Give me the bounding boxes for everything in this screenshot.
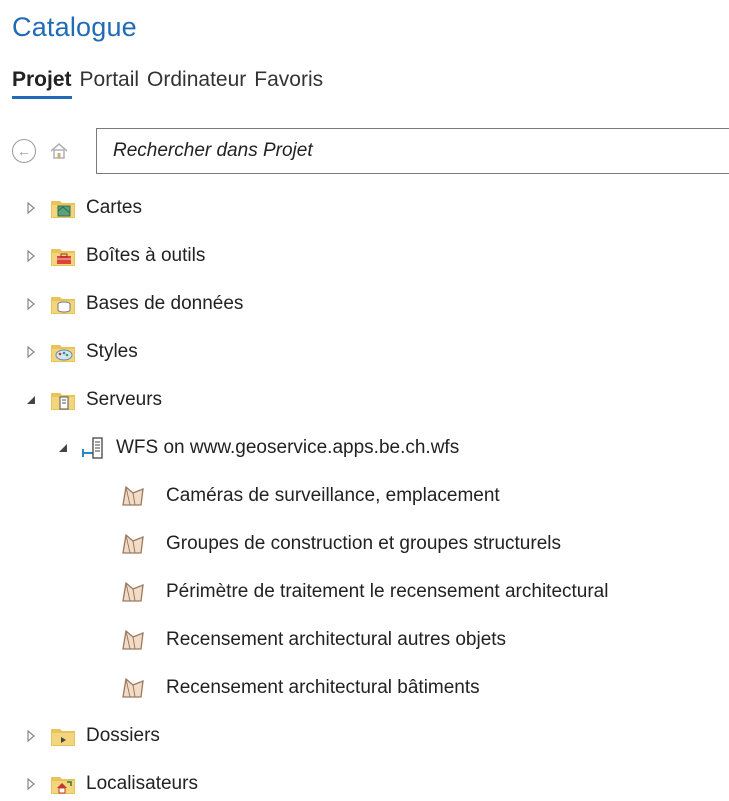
tab-favoris[interactable]: Favoris bbox=[254, 68, 323, 99]
tree-item-dossiers[interactable]: Dossiers bbox=[24, 714, 160, 758]
tree-item-serveurs[interactable]: Serveurs bbox=[24, 378, 162, 422]
tree-item-layer-groupes[interactable]: Groupes de construction et groupes struc… bbox=[120, 522, 561, 566]
tree-item-layer-perimetre[interactable]: Périmètre de traitement le recensement a… bbox=[120, 570, 608, 614]
back-button[interactable]: ← bbox=[12, 139, 36, 163]
expand-arrow-icon[interactable] bbox=[24, 249, 38, 263]
expand-arrow-icon[interactable] bbox=[24, 729, 38, 743]
tree-item-label: Dossiers bbox=[86, 725, 160, 746]
expand-arrow-icon[interactable] bbox=[24, 345, 38, 359]
styles-folder-icon bbox=[50, 341, 76, 363]
tree-item-boites-a-outils[interactable]: Boîtes à outils bbox=[24, 234, 205, 278]
tree-item-label: Groupes de construction et groupes struc… bbox=[166, 533, 561, 554]
tree-item-layer-autres-objets[interactable]: Recensement architectural autres objets bbox=[120, 618, 506, 662]
tree-item-label: Localisateurs bbox=[86, 773, 198, 794]
folders-folder-icon bbox=[50, 725, 76, 747]
tree-item-label: Styles bbox=[86, 341, 138, 362]
tree-item-bases-de-donnees[interactable]: Bases de données bbox=[24, 282, 243, 326]
tree-item-label: Boîtes à outils bbox=[86, 245, 206, 266]
tree-item-label: Bases de données bbox=[86, 293, 244, 314]
tab-ordinateur[interactable]: Ordinateur bbox=[147, 68, 246, 99]
polygon-layer-icon bbox=[120, 629, 146, 651]
servers-folder-icon bbox=[50, 389, 76, 411]
expand-arrow-icon[interactable] bbox=[24, 297, 38, 311]
expand-arrow-icon[interactable] bbox=[24, 201, 38, 215]
tree-item-label: WFS on www.geoservice.apps.be.ch.wfs bbox=[116, 437, 460, 458]
tree-item-layer-cameras[interactable]: Caméras de surveillance, emplacement bbox=[120, 474, 500, 518]
tree-item-label: Recensement architectural autres objets bbox=[166, 629, 507, 650]
tree-item-label: Serveurs bbox=[86, 389, 163, 410]
tab-portail[interactable]: Portail bbox=[80, 68, 140, 99]
home-icon bbox=[50, 143, 68, 159]
tree-item-layer-batiments[interactable]: Recensement architectural bâtiments bbox=[120, 666, 480, 710]
tree-item-localisateurs[interactable]: Localisateurs bbox=[24, 762, 198, 801]
home-button[interactable] bbox=[46, 138, 72, 164]
expand-arrow-icon[interactable] bbox=[24, 777, 38, 791]
polygon-layer-icon bbox=[120, 581, 146, 603]
locators-folder-icon bbox=[50, 773, 76, 795]
database-folder-icon bbox=[50, 293, 76, 315]
tab-projet[interactable]: Projet bbox=[12, 68, 72, 99]
collapse-arrow-icon[interactable] bbox=[56, 441, 70, 455]
pane-title: Catalogue bbox=[12, 12, 137, 42]
arrow-left-icon: ← bbox=[17, 143, 31, 159]
wfs-server-icon bbox=[80, 437, 106, 459]
tree-item-styles[interactable]: Styles bbox=[24, 330, 138, 374]
catalog-tabs: Projet Portail Ordinateur Favoris bbox=[12, 68, 323, 99]
polygon-layer-icon bbox=[120, 485, 146, 507]
tree-item-cartes[interactable]: Cartes bbox=[24, 186, 142, 230]
tree-item-label: Cartes bbox=[86, 197, 142, 218]
tree-item-label: Recensement architectural bâtiments bbox=[166, 677, 480, 698]
search-bar: ← bbox=[10, 128, 729, 174]
polygon-layer-icon bbox=[120, 533, 146, 555]
polygon-layer-icon bbox=[120, 677, 146, 699]
tree-item-wfs-server[interactable]: WFS on www.geoservice.apps.be.ch.wfs bbox=[56, 426, 459, 470]
tree-item-label: Périmètre de traitement le recensement a… bbox=[166, 581, 609, 602]
toolbox-folder-icon bbox=[50, 245, 76, 267]
maps-folder-icon bbox=[50, 197, 76, 219]
search-input[interactable] bbox=[96, 128, 729, 174]
tree-item-label: Caméras de surveillance, emplacement bbox=[166, 485, 500, 506]
collapse-arrow-icon[interactable] bbox=[24, 393, 38, 407]
